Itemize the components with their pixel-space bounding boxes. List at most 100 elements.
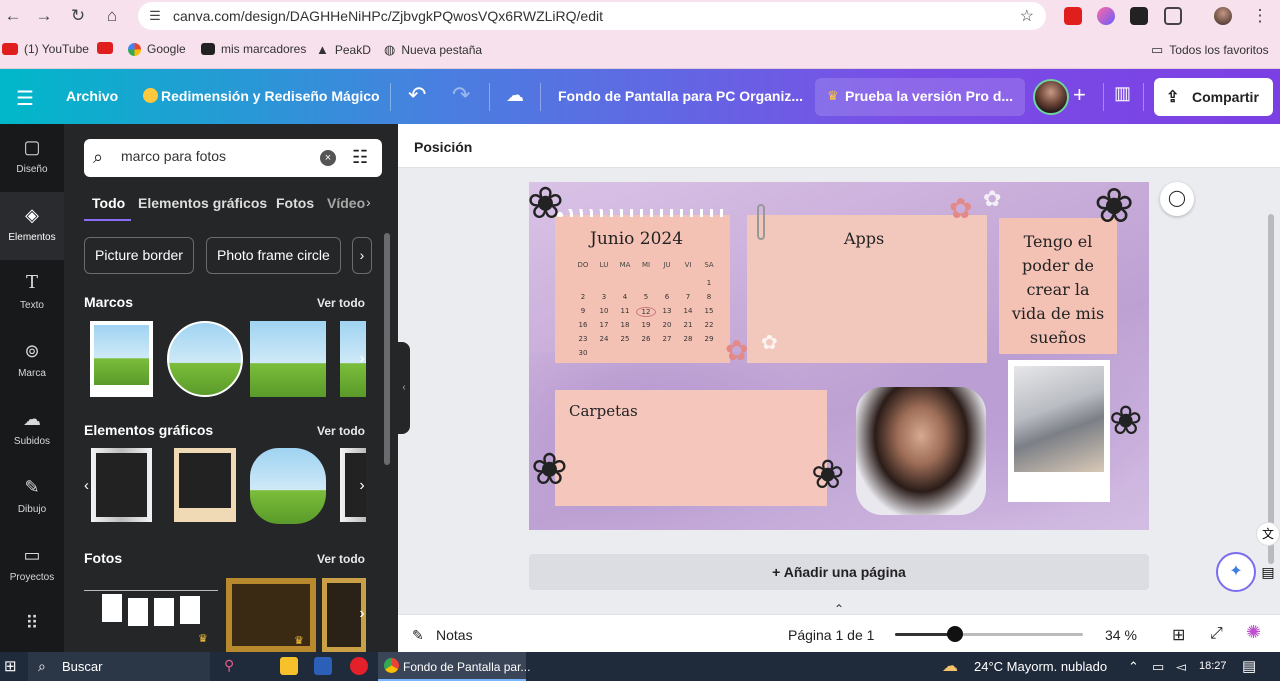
clear-search-icon[interactable]: × — [320, 150, 336, 166]
see-all-photos[interactable]: Ver todo — [317, 552, 365, 566]
tab-photos[interactable]: Fotos — [276, 195, 314, 211]
rail-uploads[interactable]: ☁ Subidos — [0, 396, 64, 464]
rail-draw[interactable]: ✎ Dibujo — [0, 464, 64, 532]
redo-icon[interactable]: ↷ — [452, 82, 470, 108]
youtube-ext-icon[interactable] — [1064, 7, 1082, 25]
graphics-prev-icon[interactable]: ‹ — [84, 477, 89, 494]
see-all-frames[interactable]: Ver todo — [317, 296, 365, 310]
extension-dark-icon[interactable] — [1130, 7, 1148, 25]
taskbar-search[interactable]: ⌕ Buscar — [28, 652, 210, 681]
collapse-panel-handle[interactable]: ‹ — [398, 342, 410, 434]
chip-photo-frame-circle[interactable]: Photo frame circle — [206, 237, 341, 274]
site-info-icon[interactable]: ☰ — [146, 7, 164, 25]
photo-hanging-polaroids[interactable]: ♛ — [84, 578, 218, 652]
tab-video[interactable]: Vídeo — [327, 195, 365, 211]
file-explorer-icon[interactable] — [280, 657, 298, 675]
weather-text[interactable]: 24°C Mayorm. nublado — [974, 659, 1107, 674]
frame-circle[interactable] — [167, 321, 243, 397]
analytics-icon[interactable]: ▥ — [1114, 83, 1131, 104]
chevron-up-icon[interactable]: ⌃ — [1128, 659, 1139, 675]
back-icon[interactable]: ← — [2, 5, 24, 27]
graphic-silver-frame[interactable] — [91, 448, 152, 522]
laptop-polaroid[interactable] — [1008, 360, 1110, 502]
share-button[interactable]: ⇪ Compartir — [1154, 78, 1273, 116]
fullscreen-icon[interactable]: ⤢ — [1210, 625, 1223, 643]
rail-text[interactable]: T Texto — [0, 260, 64, 328]
frame-polaroid[interactable] — [90, 321, 153, 397]
translate-icon[interactable]: 文 — [1256, 522, 1280, 546]
document-title[interactable]: Fondo de Pantalla para PC Organiz... — [558, 88, 803, 104]
add-page-button[interactable]: + Añadir una página — [529, 554, 1149, 590]
notes-button[interactable]: Notas — [436, 627, 473, 643]
add-comment-button[interactable]: ◯ — [1160, 182, 1194, 216]
see-all-graphics[interactable]: Ver todo — [317, 424, 365, 438]
volume-icon[interactable]: ◅ — [1176, 659, 1186, 675]
grid-view-icon[interactable]: ⊞ — [1172, 625, 1185, 645]
forward-icon[interactable]: → — [33, 5, 55, 27]
add-people-icon[interactable]: + — [1073, 82, 1086, 108]
chips-next-icon[interactable]: › — [352, 237, 372, 274]
user-avatar[interactable] — [1033, 79, 1069, 115]
portrait-photo[interactable] — [856, 387, 986, 515]
chevron-right-icon[interactable]: › — [366, 194, 371, 210]
brain-icon[interactable]: ✺ — [1246, 622, 1261, 643]
rail-projects[interactable]: ▭ Proyectos — [0, 532, 64, 600]
tab-graphics[interactable]: Elementos gráficos — [138, 195, 267, 211]
undo-icon[interactable]: ↶ — [408, 82, 426, 108]
profile-avatar[interactable] — [1214, 7, 1232, 25]
tab-all[interactable]: Todo — [92, 195, 125, 211]
rail-design[interactable]: ▢ Diseño — [0, 124, 64, 192]
bookmark-new-tab[interactable]: ◍ Nueva pestaña — [384, 42, 482, 58]
rail-apps[interactable]: ⠿ — [0, 600, 64, 652]
try-pro-button[interactable]: ♛ Prueba la versión Pro d... — [815, 78, 1025, 116]
photos-next-icon[interactable]: › — [352, 605, 372, 623]
home-icon[interactable]: ⌂ — [101, 5, 123, 27]
file-menu[interactable]: Archivo — [66, 88, 118, 104]
bookmark-star-icon[interactable]: ☆ — [1020, 6, 1034, 26]
magic-assistant-icon[interactable]: ✦ — [1216, 552, 1256, 592]
extension-icon[interactable] — [1097, 7, 1115, 25]
notifications-icon[interactable]: ▤ — [1242, 657, 1256, 675]
page-indicator[interactable]: Página 1 de 1 — [788, 627, 874, 643]
taskbar-chrome-window[interactable]: Fondo de Pantalla par... — [378, 652, 530, 681]
chip-picture-border[interactable]: Picture border — [84, 237, 194, 274]
zoom-slider[interactable] — [895, 626, 1083, 642]
menu-dots-icon[interactable]: ⋮ — [1249, 5, 1271, 27]
windows-start-icon[interactable]: ⊞ — [4, 657, 17, 675]
hamburger-menu-icon[interactable]: ☰ — [16, 86, 34, 111]
graphic-polaroid-frame[interactable] — [174, 448, 236, 522]
graphics-next-icon[interactable]: › — [352, 477, 372, 495]
search-box[interactable]: ⌕ × ☷ — [84, 139, 382, 177]
reader-icon[interactable]: ▤ — [1256, 564, 1280, 588]
network-icon[interactable]: ▭ — [1152, 659, 1164, 675]
magic-resize-button[interactable]: Redimensión y Rediseño Mágico — [161, 88, 380, 104]
address-bar[interactable]: ☰ canva.com/design/DAGHHeNiHPc/ZjbvgkPQw… — [138, 2, 1046, 30]
bookmark-youtube[interactable]: (1) YouTube — [2, 42, 89, 56]
photo-gold-frame[interactable]: ♛ — [226, 578, 316, 652]
bookmark-peakd[interactable]: ▲ PeakD — [316, 42, 371, 57]
cloud-saved-icon[interactable]: ☁ — [506, 85, 524, 106]
extensions-puzzle-icon[interactable] — [1164, 7, 1182, 25]
bookmark-google[interactable]: Google — [128, 42, 186, 56]
rail-brand[interactable]: ⊚ Marca — [0, 328, 64, 396]
search-input[interactable] — [121, 148, 311, 164]
weather-icon[interactable]: ☁ — [942, 656, 958, 676]
frame-square[interactable] — [250, 321, 326, 397]
word-icon[interactable] — [314, 657, 332, 675]
canvas-scrollbar[interactable] — [1268, 214, 1274, 564]
zoom-slider-knob[interactable] — [947, 626, 964, 642]
panel-scrollbar[interactable] — [384, 233, 390, 465]
design-canvas[interactable]: Junio 2024 DO LU MA MI JU VI SA 1 2 3 4 5 6 7 8 9 10 11 1… — [529, 182, 1149, 530]
position-button[interactable]: Posición — [414, 139, 472, 155]
frames-next-icon[interactable]: › — [352, 350, 372, 368]
filter-icon[interactable]: ☷ — [352, 147, 368, 168]
all-favorites[interactable]: ▭ Todos los favoritos — [1151, 42, 1269, 58]
bookmark-mis-marcadores[interactable]: mis marcadores — [201, 42, 306, 56]
bike-icon[interactable]: ⚲ — [224, 657, 242, 675]
opera-icon[interactable] — [350, 657, 368, 675]
reload-icon[interactable]: ↻ — [67, 5, 89, 27]
bookmark-youtube-2[interactable] — [97, 42, 113, 54]
clock[interactable]: 18:27 — [1199, 660, 1227, 672]
notes-icon[interactable]: ✎ — [412, 627, 424, 644]
rail-elements[interactable]: ◈ Elementos — [0, 192, 64, 260]
